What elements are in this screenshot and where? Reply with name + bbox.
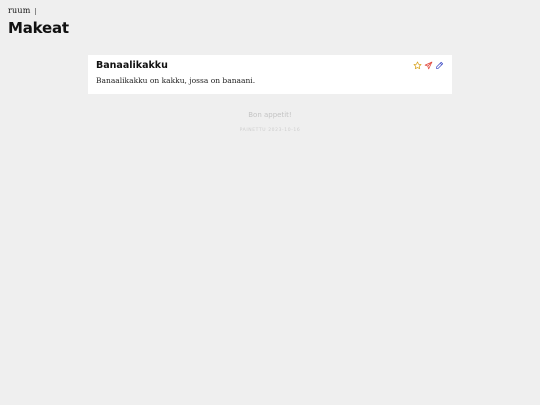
app-logo[interactable]: ruum bbox=[8, 6, 31, 16]
app-header: ruum bbox=[8, 6, 36, 16]
star-icon[interactable] bbox=[413, 61, 422, 70]
recipe-card[interactable]: Banaalikakku Banaalikakku on kakku, joss… bbox=[88, 55, 452, 94]
recipe-title[interactable]: Banaalikakku bbox=[96, 60, 168, 72]
pencil-icon[interactable] bbox=[435, 61, 444, 70]
paper-plane-icon[interactable] bbox=[424, 61, 433, 70]
print-date: PAINETTU 2023-10-16 bbox=[239, 128, 301, 133]
header-divider bbox=[34, 7, 36, 15]
closing-message: Bon appetit! bbox=[248, 111, 292, 119]
page-title: Makeat bbox=[8, 19, 69, 37]
recipe-description: Banaalikakku on kakku, jossa on banaani. bbox=[96, 76, 256, 85]
recipe-actions bbox=[413, 61, 444, 70]
